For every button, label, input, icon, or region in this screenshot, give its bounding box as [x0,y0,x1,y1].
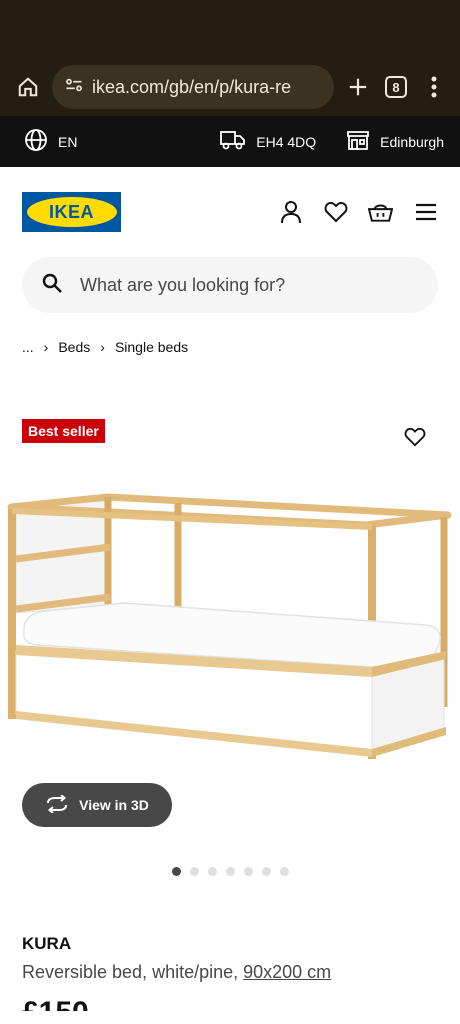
store-selector[interactable]: Edinburgh [346,129,444,154]
user-icon[interactable] [278,200,303,225]
logo-text: IKEA [26,197,117,227]
site-header: IKEA [0,167,460,257]
rotate-3d-icon [45,793,69,816]
product-name: KURA [22,934,72,953]
language-label: EN [58,133,78,150]
heart-icon[interactable] [323,200,348,225]
tab-count: 8 [385,76,407,98]
carousel-dot[interactable] [244,867,253,876]
product-description: Reversible bed, white/pine, 90x200 cm [22,962,438,983]
product-description-text: Reversible bed, white/pine, [22,962,244,982]
menu-icon[interactable] [413,200,438,225]
language-selector[interactable]: EN [24,128,77,155]
postcode-selector[interactable]: EH4 4DQ [220,129,316,154]
carousel-dot[interactable] [172,867,181,876]
breadcrumb-item-beds[interactable]: Beds [58,339,90,355]
delivery-truck-icon [220,129,246,154]
carousel-dot[interactable] [226,867,235,876]
carousel-dot[interactable] [280,867,289,876]
address-bar[interactable]: ikea.com/gb/en/p/kura-re [52,65,334,109]
tabs-button[interactable]: 8 [382,73,410,101]
search-icon [42,273,62,298]
breadcrumb: ... › Beds › Single beds [22,337,438,357]
postcode-label: EH4 4DQ [256,133,317,150]
product-size-link[interactable]: 90x200 cm [243,962,331,982]
store-label: Edinburgh [380,133,444,150]
search-input[interactable] [80,274,418,296]
view-in-3d-label: View in 3D [79,797,149,813]
status-bar [0,0,460,58]
product-price: £150 [22,993,438,1011]
globe-icon [24,128,48,155]
more-menu-icon[interactable] [420,73,448,101]
chevron-right-icon: › [43,339,49,355]
product-image[interactable] [6,481,454,771]
view-in-3d-button[interactable]: View in 3D [22,783,172,827]
image-carousel-dots [172,867,460,876]
carousel-dot[interactable] [190,867,199,876]
home-icon[interactable] [14,73,42,101]
store-icon [346,129,370,154]
chevron-right-icon: › [100,339,105,355]
favourite-heart-icon[interactable] [404,427,428,451]
ikea-top-strip: EN EH4 4DQ Edinburgh [0,116,460,167]
search-bar[interactable] [22,257,438,313]
breadcrumb-ellipsis[interactable]: ... [22,339,34,355]
product-gallery: Best seller View in 3D [0,397,460,827]
carousel-dot[interactable] [208,867,217,876]
browser-toolbar: ikea.com/gb/en/p/kura-re 8 [0,58,460,116]
url-text: ikea.com/gb/en/p/kura-re [92,76,292,97]
ikea-logo[interactable]: IKEA [22,192,121,232]
product-info: KURA Reversible bed, white/pine, 90x200 … [22,934,438,1011]
site-settings-icon[interactable] [64,75,84,100]
carousel-dot[interactable] [262,867,271,876]
best-seller-badge: Best seller [22,419,105,443]
shopping-basket-icon[interactable] [368,200,393,225]
new-tab-icon[interactable] [344,73,372,101]
breadcrumb-item-single-beds[interactable]: Single beds [115,339,188,355]
